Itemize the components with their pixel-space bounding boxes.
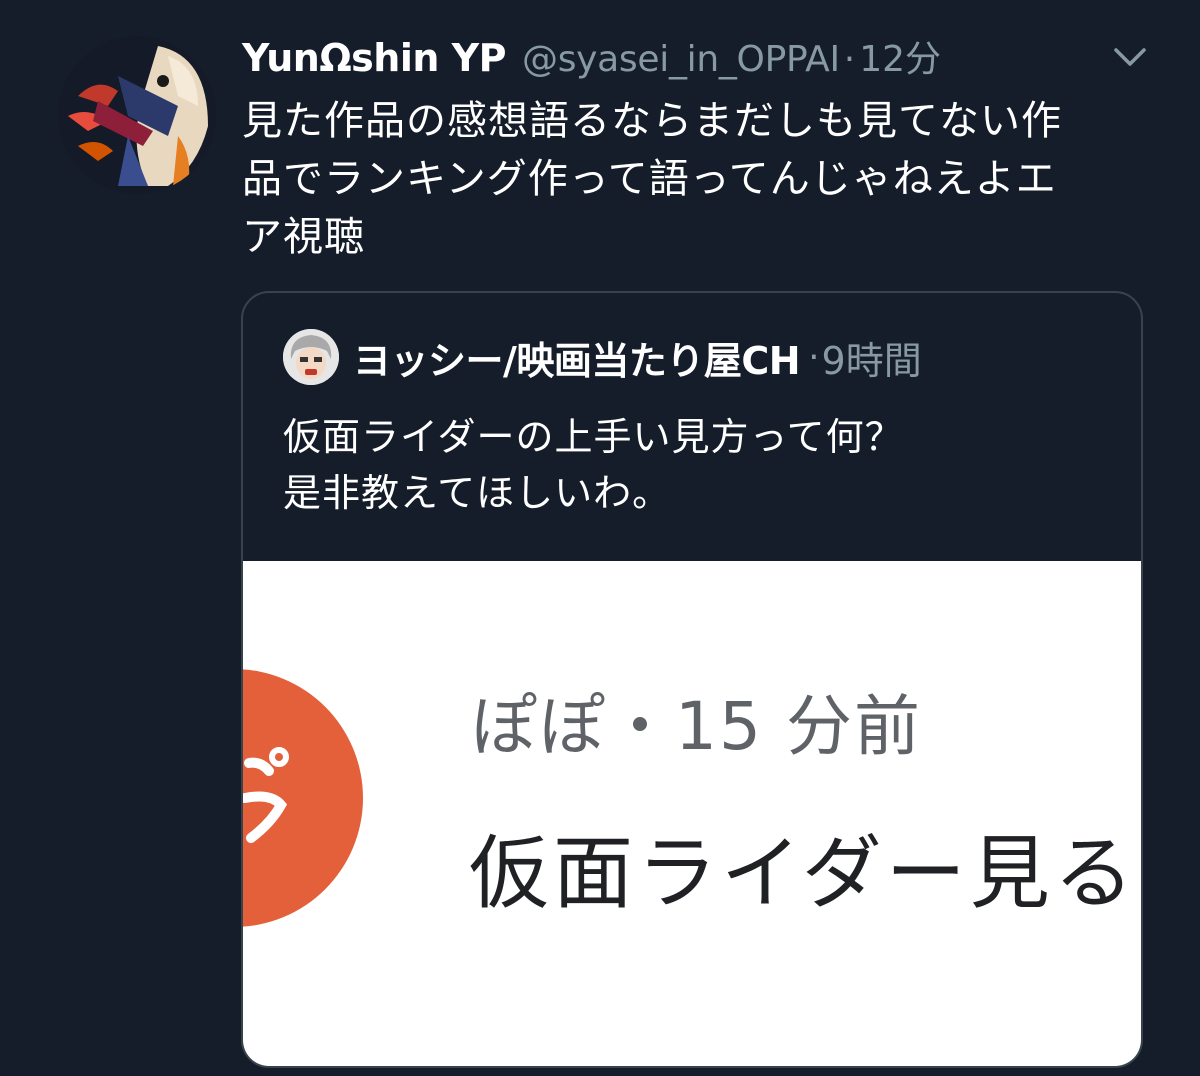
separator-dot: · [808, 336, 820, 378]
quoted-tweet-header: ヨッシー/映画当たり屋CH · 9時間 [283, 329, 922, 385]
comment-meta: ぽぽ・15 分前 [471, 688, 922, 765]
quoted-tweet-image[interactable]: ぽぽ・15 分前 仮面ライダー見る [243, 561, 1141, 1066]
tweet-text-line: 見た作品の感想語るならまだしも見てない作 [242, 98, 1062, 144]
quoted-tweet-timestamp[interactable]: 9時間 [822, 330, 922, 385]
quoted-tweet-text: 仮面ライダーの上手い見方って何？ 是非教えてほしいわ。 [283, 409, 1123, 521]
display-name[interactable]: YunΩshin YP [242, 36, 507, 80]
quoted-text-line: 仮面ライダーの上手い見方って何？ [283, 415, 904, 459]
quoted-display-name[interactable]: ヨッシー/映画当たり屋CH [353, 330, 801, 385]
tweet-timestamp[interactable]: 12分 [859, 30, 941, 82]
tweet-text-line: 品でランキング作って語ってんじゃねえよエ [242, 156, 1057, 202]
tweet-header: YunΩshin YP @syasei_in_OPPAI · 12分 [242, 30, 941, 86]
comment-title: 仮面ライダー見る [469, 827, 1138, 920]
tweet[interactable]: YunΩshin YP @syasei_in_OPPAI · 12分 見た作品の… [0, 0, 1200, 1076]
chevron-down-icon[interactable] [1110, 36, 1150, 76]
quoted-user-avatar[interactable] [283, 329, 339, 385]
quoted-text-line: 是非教えてほしいわ。 [283, 471, 672, 515]
separator-dot: · [843, 39, 856, 80]
tweet-text-line: ア視聴 [242, 214, 365, 260]
quoted-tweet[interactable]: ヨッシー/映画当たり屋CH · 9時間 仮面ライダーの上手い見方って何？ 是非教… [241, 291, 1143, 1068]
user-handle[interactable]: @syasei_in_OPPAI [522, 39, 840, 80]
avatar-initial-glyph [243, 747, 289, 843]
tweet-text: 見た作品の感想語るならまだしも見てない作 品でランキング作って語ってんじゃねえよ… [242, 92, 1122, 266]
user-avatar[interactable] [58, 36, 216, 194]
